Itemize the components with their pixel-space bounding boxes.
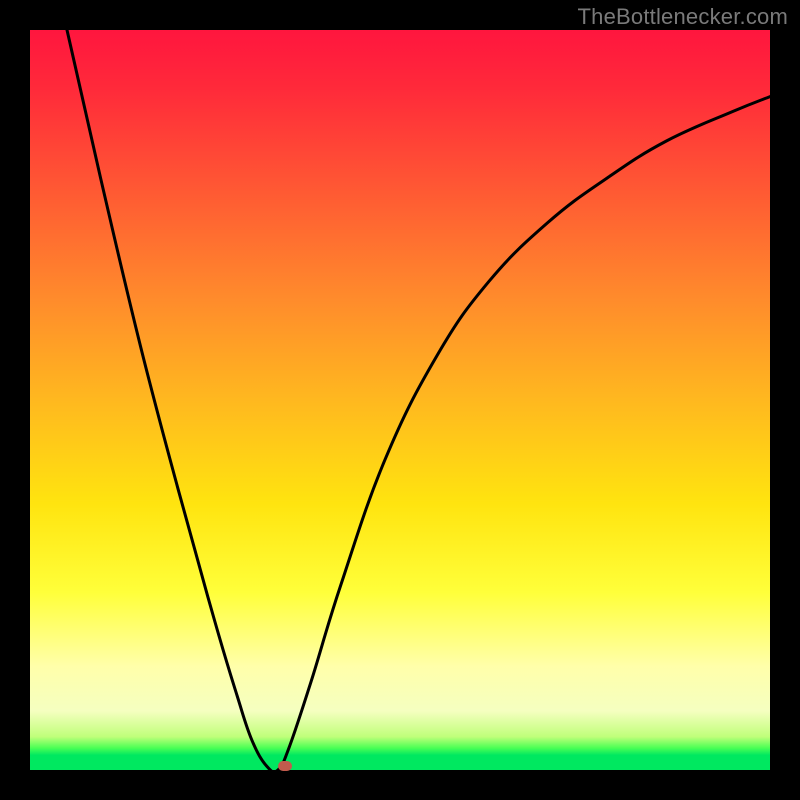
optimal-point-marker [278, 761, 292, 771]
chart-frame: TheBottlenecker.com [0, 0, 800, 800]
plot-area [30, 30, 770, 770]
bottleneck-curve [67, 30, 770, 772]
watermark-text: TheBottlenecker.com [578, 4, 788, 30]
curve-layer [30, 30, 770, 770]
